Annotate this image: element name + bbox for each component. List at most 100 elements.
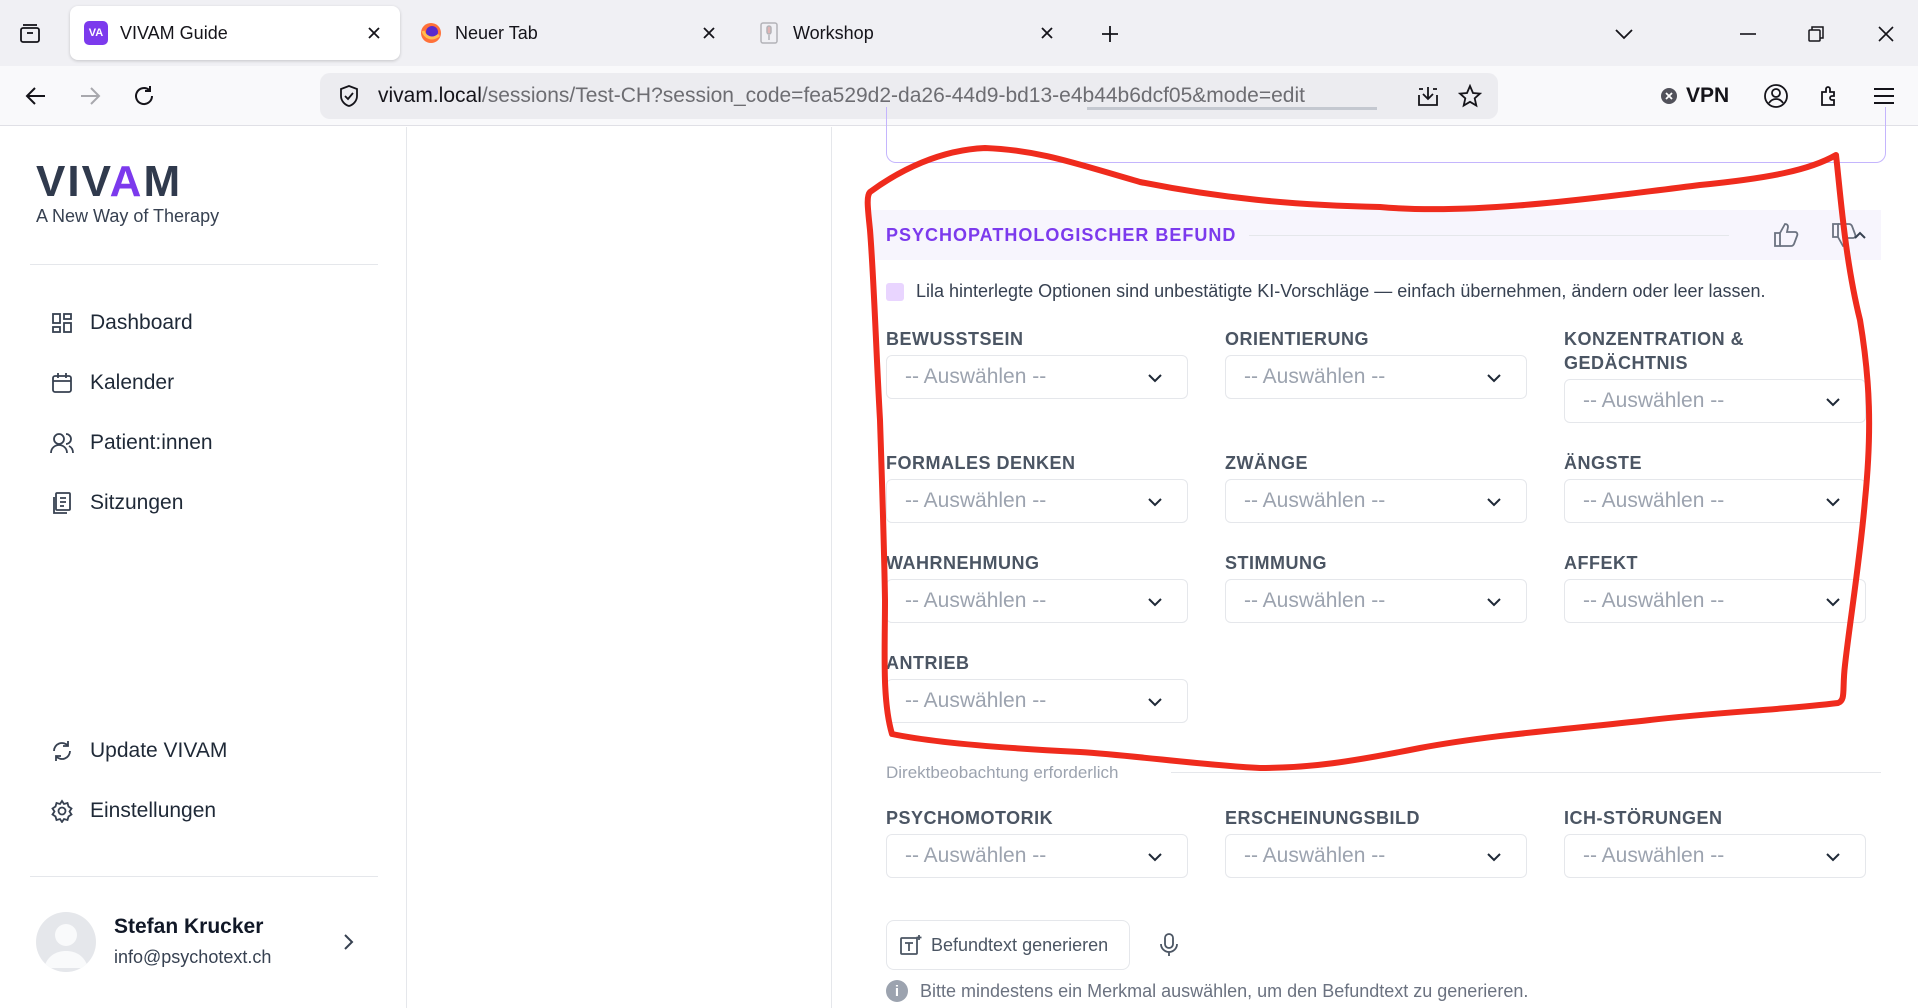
tab-vivam-guide[interactable]: VA VIVAM Guide bbox=[70, 6, 400, 60]
field-psychomotorik: PSYCHOMOTORIK -- Auswählen -- bbox=[886, 806, 1188, 906]
vpn-off-icon bbox=[1661, 88, 1677, 104]
bewusstsein-select[interactable]: -- Auswählen -- bbox=[886, 355, 1188, 399]
firefox-icon bbox=[419, 21, 443, 45]
field-formales-denken: FORMALES DENKEN -- Auswählen -- bbox=[886, 451, 1188, 551]
section-header[interactable]: PSYCHOPATHOLOGISCHER BEFUND bbox=[869, 210, 1881, 260]
section-title: PSYCHOPATHOLOGISCHER BEFUND bbox=[886, 224, 1237, 245]
chevron-down-icon bbox=[1484, 368, 1504, 388]
user-profile[interactable]: Stefan Krucker info@psychotext.ch bbox=[36, 907, 366, 977]
thumbs-up-icon[interactable] bbox=[1769, 220, 1803, 250]
sidebar-divider bbox=[30, 264, 378, 265]
chevron-down-icon bbox=[1145, 692, 1165, 712]
url-text: vivam.local/sessions/Test-CH?session_cod… bbox=[378, 84, 1305, 107]
close-window-icon[interactable] bbox=[1868, 16, 1904, 52]
previous-section-card bbox=[886, 107, 1886, 163]
browser-tab-bar: VA VIVAM Guide Neuer Tab Workshop bbox=[0, 0, 1918, 66]
stimmung-select[interactable]: -- Auswählen -- bbox=[1225, 579, 1527, 623]
konzentration-select[interactable]: -- Auswählen -- bbox=[1564, 379, 1866, 423]
sidebar-item-label: Patient:innen bbox=[90, 431, 213, 454]
hint-text: Lila hinterlegte Optionen sind unbestäti… bbox=[916, 281, 1766, 301]
reload-icon[interactable] bbox=[126, 78, 162, 114]
restore-window-icon[interactable] bbox=[1798, 16, 1834, 52]
field-label: KONZENTRATION & GEDÄCHTNIS bbox=[1564, 329, 1745, 373]
field-label: ICH-STÖRUNGEN bbox=[1564, 808, 1723, 828]
chevron-down-icon bbox=[1484, 492, 1504, 512]
chevron-down-icon bbox=[1484, 847, 1504, 867]
wahrnehmung-select[interactable]: -- Auswählen -- bbox=[886, 579, 1188, 623]
sidebar-item-label: Kalender bbox=[90, 371, 175, 394]
chevron-down-icon bbox=[1823, 592, 1843, 612]
sidebar-item-sitzungen[interactable]: Sitzungen bbox=[48, 483, 183, 523]
users-icon bbox=[48, 429, 76, 457]
field-stimmung: STIMMUNG -- Auswählen -- bbox=[1225, 551, 1527, 651]
close-tab-icon[interactable] bbox=[697, 21, 721, 45]
back-icon[interactable] bbox=[18, 78, 54, 114]
chevron-down-icon bbox=[1484, 592, 1504, 612]
sidebar-item-dashboard[interactable]: Dashboard bbox=[48, 303, 193, 343]
tracking-protection-shield-icon[interactable] bbox=[334, 81, 364, 111]
generate-findings-button[interactable]: Befundtext generieren bbox=[886, 920, 1130, 970]
sidebar-divider bbox=[30, 876, 378, 877]
new-tab-icon[interactable] bbox=[1092, 16, 1128, 52]
field-label: ÄNGSTE bbox=[1564, 453, 1643, 473]
avatar bbox=[36, 912, 96, 972]
microphone-icon[interactable] bbox=[1154, 930, 1184, 960]
gear-icon bbox=[48, 797, 76, 825]
affekt-select[interactable]: -- Auswählen -- bbox=[1564, 579, 1866, 623]
chevron-down-icon bbox=[1823, 492, 1843, 512]
orientierung-select[interactable]: -- Auswählen -- bbox=[1225, 355, 1527, 399]
field-label: ORIENTIERUNG bbox=[1225, 329, 1370, 349]
microphone-icon bbox=[757, 21, 781, 45]
chevron-down-icon bbox=[1823, 847, 1843, 867]
field-affekt: AFFEKT -- Auswählen -- bbox=[1564, 551, 1866, 651]
info-message: i Bitte mindestens ein Merkmal auswählen… bbox=[886, 980, 1528, 1002]
collapse-chevron-up-icon[interactable] bbox=[1849, 220, 1871, 250]
subsection-heading: Direktbeobachtung erforderlich bbox=[886, 763, 1119, 782]
refresh-icon bbox=[48, 737, 76, 765]
forward-icon[interactable] bbox=[72, 78, 108, 114]
ich-stoerungen-select[interactable]: -- Auswählen -- bbox=[1564, 834, 1866, 878]
sidebar-item-patienten[interactable]: Patient:innen bbox=[48, 423, 213, 463]
aengste-select[interactable]: -- Auswählen -- bbox=[1564, 479, 1866, 523]
antrieb-select[interactable]: -- Auswählen -- bbox=[886, 679, 1188, 723]
zwaenge-select[interactable]: -- Auswählen -- bbox=[1225, 479, 1527, 523]
field-label: WAHRNEHMUNG bbox=[886, 553, 1040, 573]
tab-workshop[interactable]: Workshop bbox=[743, 6, 1073, 60]
tab-neuer-tab[interactable]: Neuer Tab bbox=[405, 6, 735, 60]
sidebar-item-einstellungen[interactable]: Einstellungen bbox=[48, 791, 216, 831]
ai-suggestion-hint: Lila hinterlegte Optionen sind unbestäti… bbox=[886, 281, 1766, 302]
minimize-icon[interactable] bbox=[1730, 16, 1766, 52]
field-label: STIMMUNG bbox=[1225, 553, 1327, 573]
sidebar-item-kalender[interactable]: Kalender bbox=[48, 363, 174, 403]
chevron-right-icon[interactable] bbox=[336, 929, 362, 955]
vpn-label: VPN bbox=[1686, 84, 1730, 107]
field-aengste: ÄNGSTE -- Auswählen -- bbox=[1564, 451, 1866, 551]
sidebar-item-update[interactable]: Update VIVAM bbox=[48, 731, 227, 771]
chevron-down-icon bbox=[1145, 492, 1165, 512]
purple-swatch bbox=[886, 282, 904, 301]
tab-list-icon[interactable] bbox=[14, 18, 46, 50]
close-tab-icon[interactable] bbox=[1035, 21, 1059, 45]
field-ich-stoerungen: ICH-STÖRUNGEN -- Auswählen -- bbox=[1564, 806, 1866, 906]
field-label: ERSCHEINUNGSBILD bbox=[1225, 808, 1421, 828]
sidebar-item-label: Einstellungen bbox=[90, 799, 217, 822]
user-name: Stefan Krucker bbox=[114, 915, 264, 938]
section-rule bbox=[1249, 235, 1729, 236]
main-content: PSYCHOPATHOLOGISCHER BEFUND Lila hinterl… bbox=[833, 107, 1918, 1008]
user-email: info@psychotext.ch bbox=[114, 947, 272, 967]
vivam-logo[interactable]: VIVAM bbox=[36, 157, 182, 207]
field-label: FORMALES DENKEN bbox=[886, 453, 1076, 473]
chevron-down-icon bbox=[1145, 847, 1165, 867]
close-tab-icon[interactable] bbox=[362, 21, 386, 45]
field-label: BEWUSSTSEIN bbox=[886, 329, 1024, 349]
tagline: A New Way of Therapy bbox=[36, 206, 220, 226]
formales-denken-select[interactable]: -- Auswählen -- bbox=[886, 479, 1188, 523]
field-label: ZWÄNGE bbox=[1225, 453, 1308, 473]
field-erscheinungsbild: ERSCHEINUNGSBILD -- Auswählen -- bbox=[1225, 806, 1527, 906]
psychomotorik-select[interactable]: -- Auswählen -- bbox=[886, 834, 1188, 878]
tab-overflow-chevron-icon[interactable] bbox=[1606, 16, 1642, 52]
erscheinungsbild-select[interactable]: -- Auswählen -- bbox=[1225, 834, 1527, 878]
tab-title: Workshop bbox=[793, 22, 874, 43]
field-zwaenge: ZWÄNGE -- Auswählen -- bbox=[1225, 451, 1527, 551]
field-wahrnehmung: WAHRNEHMUNG -- Auswählen -- bbox=[886, 551, 1188, 651]
